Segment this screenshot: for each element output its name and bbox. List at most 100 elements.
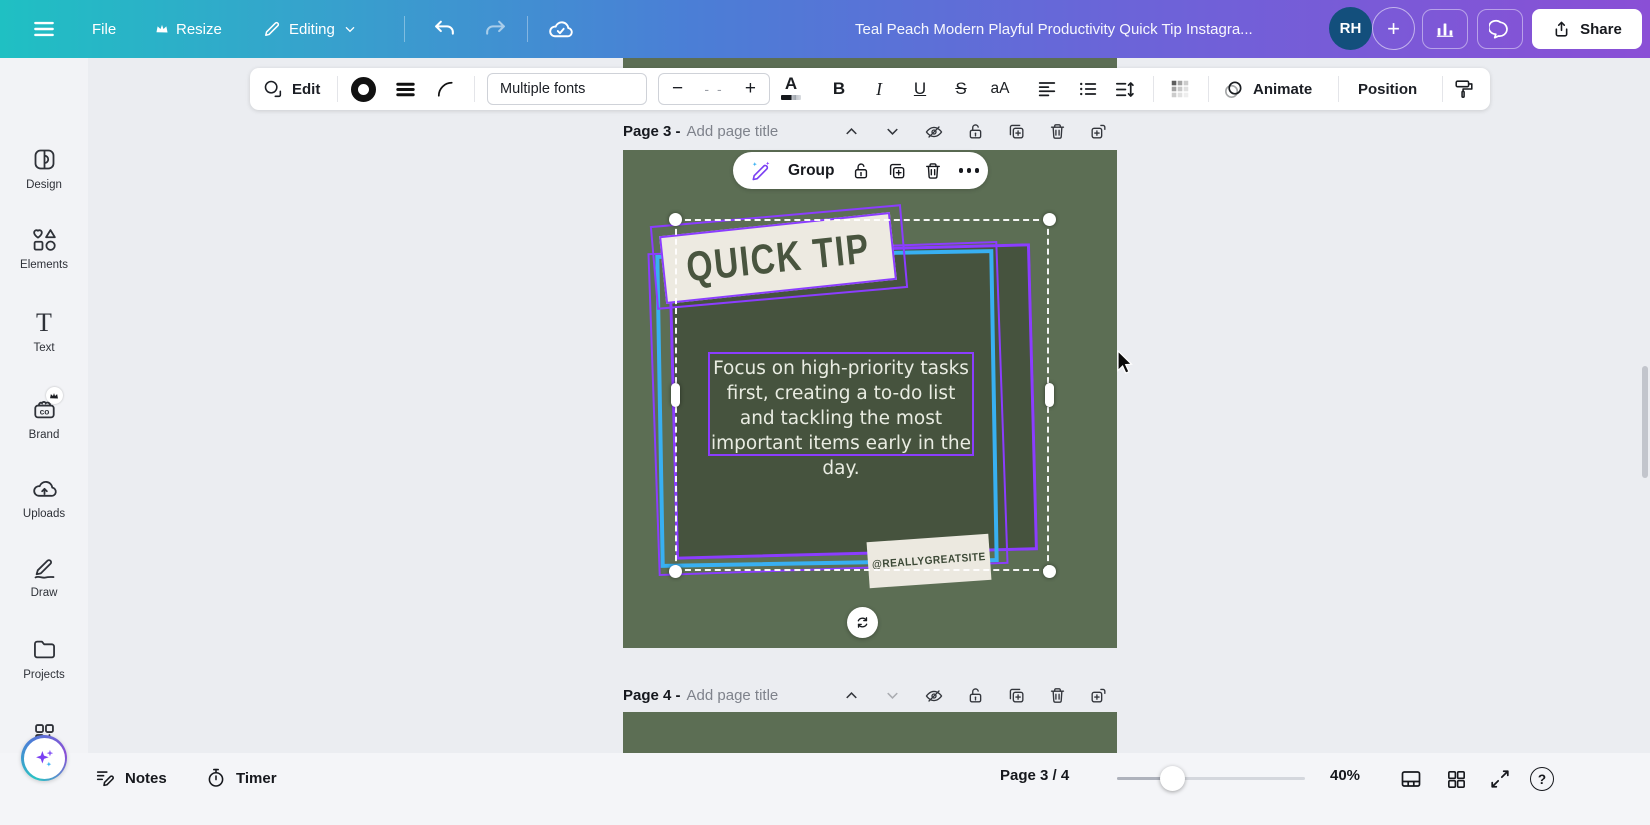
page4-title-input[interactable]: Add page title <box>687 687 779 704</box>
transparency-button[interactable] <box>1167 76 1193 102</box>
duplicate-icon[interactable] <box>1007 122 1026 142</box>
design-icon <box>31 146 58 173</box>
delete-icon[interactable] <box>923 161 943 181</box>
animate-icon <box>1222 78 1245 101</box>
chevron-up-icon[interactable] <box>842 122 861 142</box>
line-curve-button[interactable] <box>432 76 458 102</box>
text-color-button[interactable]: A <box>778 73 804 105</box>
font-size-increase-button[interactable]: + <box>745 78 756 100</box>
selection-handle-top-right[interactable] <box>1043 213 1056 226</box>
presentation-view-button[interactable] <box>1397 765 1425 793</box>
stroke-weight-button[interactable] <box>392 76 418 102</box>
page3-label: Page 3 - <box>623 123 681 140</box>
page2-bottom-edge <box>623 58 1117 68</box>
file-menu-button[interactable]: File <box>92 0 116 58</box>
left-sidebar: Design Elements T Text co Brand Uploads … <box>0 58 88 825</box>
insights-button[interactable] <box>1422 9 1468 49</box>
position-button[interactable]: Position <box>1358 68 1417 110</box>
redo-button[interactable] <box>483 0 508 58</box>
save-status-button[interactable] <box>547 0 574 58</box>
sidebar-item-text[interactable]: T Text <box>0 310 88 354</box>
share-button[interactable]: Share <box>1532 9 1642 49</box>
help-button[interactable]: ? <box>1528 765 1556 793</box>
undo-button[interactable] <box>432 0 457 58</box>
group-button[interactable]: Group <box>788 162 835 180</box>
italic-button[interactable]: I <box>865 68 893 110</box>
stroke-donut-icon <box>351 77 376 102</box>
timer-button[interactable]: Timer <box>205 767 277 789</box>
duplicate-icon[interactable] <box>887 161 907 181</box>
font-family-selector[interactable]: Multiple fonts <box>487 73 647 105</box>
sidebar-item-elements[interactable]: Elements <box>0 226 88 271</box>
line-spacing-button[interactable] <box>1111 76 1138 102</box>
duplicate-icon[interactable] <box>1007 686 1026 706</box>
grid-view-button[interactable] <box>1442 765 1470 793</box>
font-size-value[interactable]: - - <box>704 81 723 97</box>
selection-handle-bottom-right[interactable] <box>1043 565 1056 578</box>
sidebar-item-projects[interactable]: Projects <box>0 636 88 681</box>
sidebar-item-brand[interactable]: co Brand <box>0 396 88 441</box>
text-icon: T <box>36 310 52 336</box>
selection-handle-right[interactable] <box>1045 383 1054 407</box>
lock-icon[interactable] <box>966 686 985 706</box>
editing-mode-dropdown[interactable]: Editing <box>262 0 358 58</box>
draw-icon <box>31 554 58 581</box>
page4-canvas[interactable] <box>623 712 1117 753</box>
selection-handle-bottom-left[interactable] <box>669 565 682 578</box>
avatar[interactable]: RH <box>1329 7 1372 50</box>
notes-button[interactable]: Notes <box>94 767 167 789</box>
copy-style-button[interactable] <box>1450 76 1478 102</box>
svg-text:co: co <box>39 406 49 416</box>
text-case-button[interactable]: aA <box>984 68 1016 110</box>
group-context-toolbar: Group <box>733 152 988 189</box>
alignment-button[interactable] <box>1034 76 1060 102</box>
canvas-scrollbar[interactable] <box>1642 366 1648 478</box>
lock-icon[interactable] <box>966 122 985 142</box>
chevron-down-icon[interactable] <box>883 122 902 142</box>
sidebar-item-design[interactable]: Design <box>0 146 88 191</box>
crown-icon <box>155 22 169 36</box>
transparency-icon <box>1169 78 1191 100</box>
chevron-up-icon[interactable] <box>842 686 861 706</box>
presentation-icon <box>1399 767 1423 791</box>
undo-icon <box>432 17 457 42</box>
magic-edit-icon[interactable] <box>749 159 772 182</box>
chevron-down-icon <box>342 21 358 37</box>
add-page-icon[interactable] <box>1089 122 1108 142</box>
zoom-level[interactable]: 40% <box>1330 767 1360 784</box>
fullscreen-button[interactable] <box>1486 765 1514 793</box>
resize-label: Resize <box>176 21 222 38</box>
resize-button[interactable]: Resize <box>155 0 222 58</box>
page3-title-input[interactable]: Add page title <box>687 123 779 140</box>
sidebar-item-uploads[interactable]: Uploads <box>0 475 88 520</box>
font-size-decrease-button[interactable]: − <box>672 78 683 100</box>
strikethrough-button[interactable]: S <box>947 68 975 110</box>
underline-button[interactable]: U <box>906 68 934 110</box>
sidebar-item-draw[interactable]: Draw <box>0 554 88 599</box>
lock-icon[interactable] <box>851 161 871 181</box>
document-title[interactable]: Teal Peach Modern Playful Productivity Q… <box>855 0 1253 58</box>
page-indicator[interactable]: Page 3 / 4 <box>1000 767 1069 784</box>
hide-icon[interactable] <box>924 122 944 142</box>
selection-handle-left[interactable] <box>671 383 680 407</box>
comments-button[interactable] <box>1477 9 1523 49</box>
stroke-color-button[interactable] <box>350 76 376 102</box>
delete-icon[interactable] <box>1048 686 1067 706</box>
more-icon[interactable] <box>959 168 980 173</box>
bold-button[interactable]: B <box>825 68 853 110</box>
add-page-icon[interactable] <box>1089 686 1108 706</box>
edit-button[interactable]: Edit <box>262 68 320 110</box>
chevron-down-icon[interactable] <box>883 686 902 706</box>
main-menu-button[interactable] <box>31 0 57 58</box>
delete-icon[interactable] <box>1048 122 1067 142</box>
rotate-handle[interactable] <box>847 607 878 638</box>
bullet-list-button[interactable] <box>1075 76 1101 102</box>
zoom-slider-track[interactable] <box>1117 777 1305 780</box>
selection-handle-top-left[interactable] <box>669 213 682 226</box>
rotate-icon <box>854 614 871 631</box>
animate-button[interactable]: Animate <box>1222 68 1312 110</box>
zoom-slider-thumb[interactable] <box>1160 766 1185 791</box>
invite-plus-button[interactable]: + <box>1372 7 1415 50</box>
hide-icon[interactable] <box>924 686 944 706</box>
ai-assistant-button[interactable] <box>21 735 67 781</box>
